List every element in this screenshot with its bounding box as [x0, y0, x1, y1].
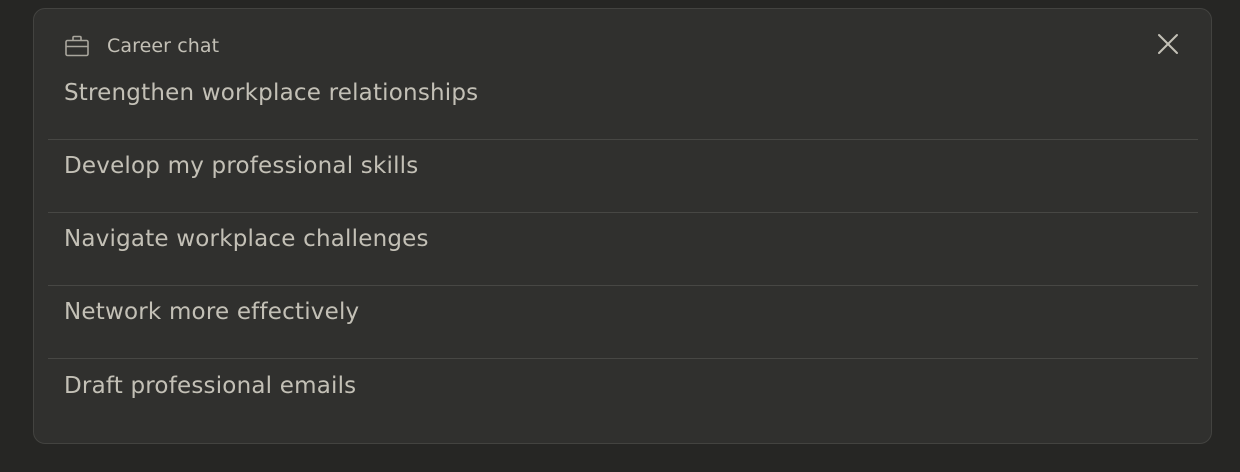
briefcase-icon — [65, 35, 89, 57]
suggestion-label: Network more effectively — [64, 299, 360, 325]
panel-title: Career chat — [107, 35, 220, 57]
suggestion-list: Strengthen workplace relationships Devel… — [48, 67, 1198, 432]
suggestion-item[interactable]: Navigate workplace challenges — [48, 213, 1198, 286]
close-button[interactable] — [1153, 31, 1183, 61]
close-icon — [1157, 33, 1179, 59]
career-chat-panel: Career chat Strengthen workplace relatio… — [33, 8, 1212, 444]
suggestion-label: Develop my professional skills — [64, 153, 419, 179]
suggestion-label: Strengthen workplace relationships — [64, 80, 479, 106]
suggestion-item[interactable]: Draft professional emails — [48, 359, 1198, 432]
suggestion-item[interactable]: Network more effectively — [48, 286, 1198, 359]
suggestion-item[interactable]: Develop my professional skills — [48, 140, 1198, 213]
suggestion-item[interactable]: Strengthen workplace relationships — [48, 67, 1198, 140]
suggestion-label: Navigate workplace challenges — [64, 226, 429, 252]
suggestion-label: Draft professional emails — [64, 372, 357, 399]
